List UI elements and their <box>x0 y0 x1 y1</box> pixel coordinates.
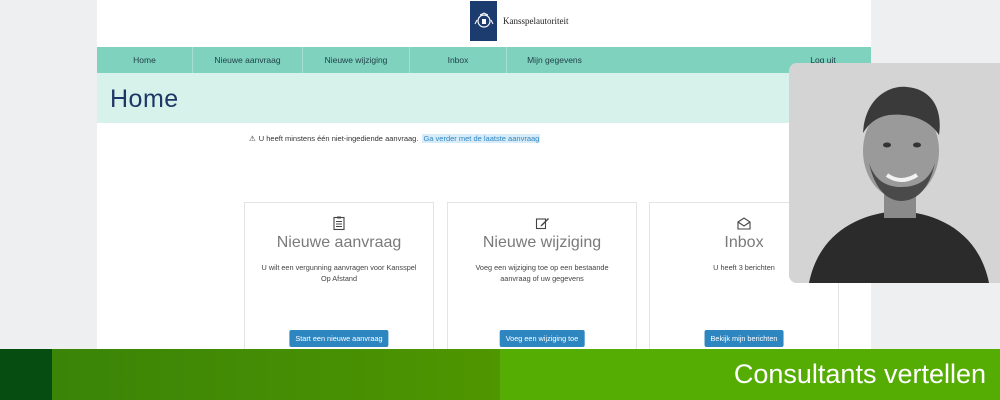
site-logo[interactable]: Kansspelautoriteit <box>470 0 568 42</box>
logo-text: Kansspelautoriteit <box>503 16 569 26</box>
card-nieuwe-wijziging: Nieuwe wijziging Voeg een wijziging toe … <box>447 202 637 352</box>
notice-text: U heeft minstens één niet-ingediende aan… <box>258 134 419 143</box>
card-title: Nieuwe wijziging <box>482 234 602 251</box>
banner: Consultants vertellen <box>0 349 1000 400</box>
nav-item-mijn-gegevens[interactable]: Mijn gegevens <box>507 47 602 73</box>
warning-icon: ⚠ <box>249 134 256 143</box>
view-messages-button[interactable]: Bekijk mijn berichten <box>704 330 784 347</box>
page-title-bar: Home <box>97 73 871 123</box>
card-title: Nieuwe aanvraag <box>276 234 402 251</box>
continue-draft-link[interactable]: Ga verder met de laatste aanvraag <box>422 134 541 143</box>
nav-item-nieuwe-wijziging[interactable]: Nieuwe wijziging <box>303 47 410 73</box>
main-nav: Home Nieuwe aanvraag Nieuwe wijziging In… <box>97 47 871 73</box>
card-description: Voeg een wijziging toe op een bestaande … <box>475 263 609 283</box>
page-title: Home <box>110 85 179 113</box>
envelope-open-icon <box>736 215 752 231</box>
nav-item-nieuwe-aanvraag[interactable]: Nieuwe aanvraag <box>193 47 303 73</box>
start-new-application-button[interactable]: Start een nieuwe aanvraag <box>289 330 389 347</box>
card-description: U wilt een vergunning aanvragen voor Kan… <box>261 263 417 283</box>
royal-coat-of-arms-icon <box>470 1 497 41</box>
nav-item-inbox[interactable]: Inbox <box>410 47 507 73</box>
consultant-photo <box>789 63 1000 283</box>
add-change-button[interactable]: Voeg een wijziging toe <box>499 330 585 347</box>
nav-item-home[interactable]: Home <box>97 47 193 73</box>
card-nieuwe-aanvraag: Nieuwe aanvraag U wilt een vergunning aa… <box>244 202 434 352</box>
edit-icon <box>534 215 550 231</box>
draft-notice: ⚠ U heeft minstens één niet-ingediende aa… <box>249 134 541 143</box>
banner-title: Consultants vertellen <box>733 359 986 389</box>
clipboard-list-icon <box>331 215 347 231</box>
website-screenshot: Kansspelautoriteit Home Nieuwe aanvraag … <box>97 0 871 352</box>
